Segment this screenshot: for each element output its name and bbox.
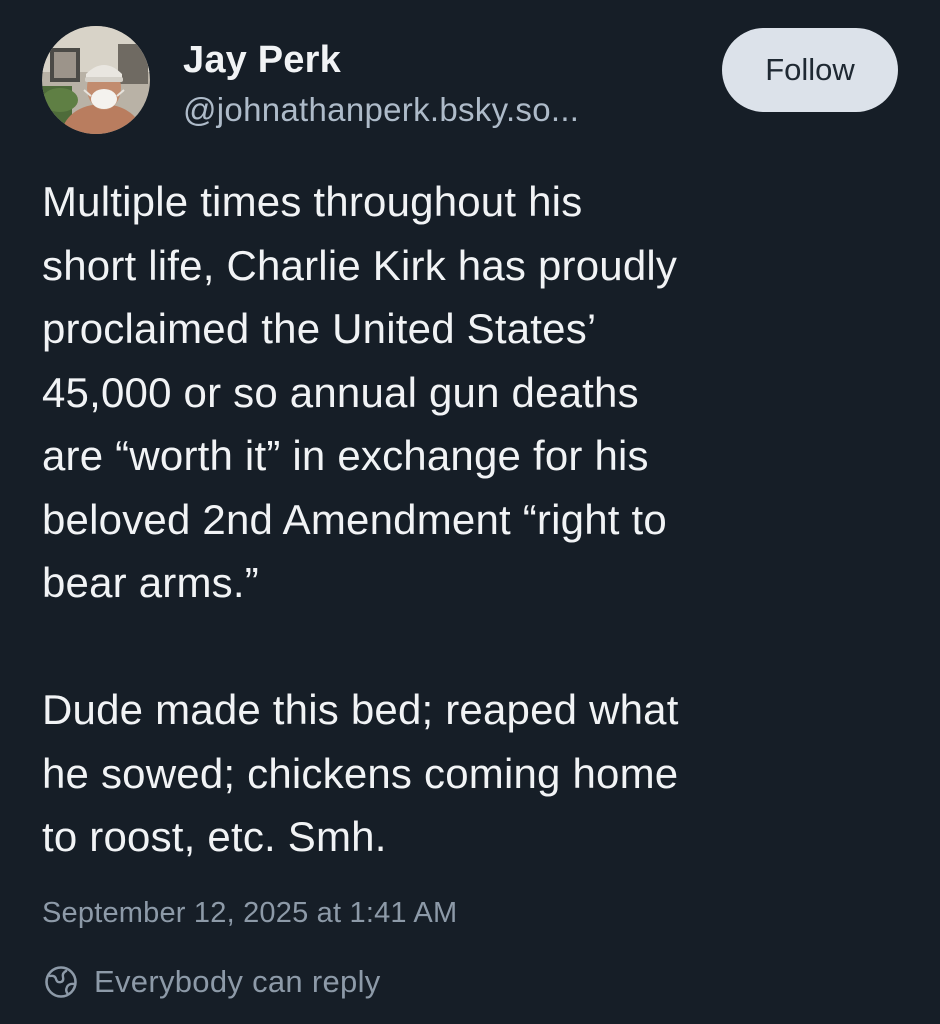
avatar-image	[42, 26, 150, 134]
author-info[interactable]: Jay Perk @johnathanperk.bsky.so...	[183, 38, 579, 130]
follow-button[interactable]: Follow	[722, 28, 898, 112]
globe-icon	[45, 966, 77, 998]
avatar[interactable]	[42, 26, 150, 134]
post-header: Jay Perk @johnathanperk.bsky.so... Follo…	[42, 26, 902, 136]
post-timestamp: September 12, 2025 at 1:41 AM	[42, 897, 458, 929]
reply-setting-label: Everybody can reply	[94, 964, 381, 999]
post-text: Multiple times throughout his short life…	[42, 178, 679, 860]
author-display-name[interactable]: Jay Perk	[183, 38, 579, 82]
author-handle[interactable]: @johnathanperk.bsky.so...	[183, 90, 579, 130]
post: Jay Perk @johnathanperk.bsky.so... Follo…	[0, 0, 940, 1024]
reply-setting[interactable]: Everybody can reply	[42, 960, 381, 1004]
